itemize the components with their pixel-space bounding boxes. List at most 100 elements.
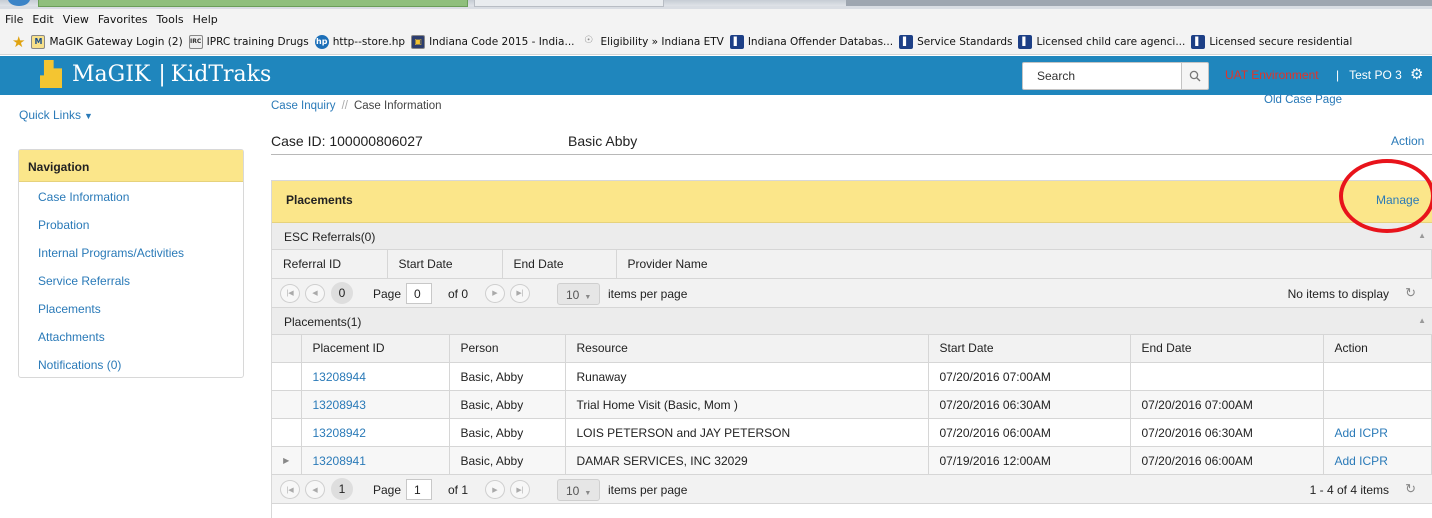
next-page-icon[interactable]: ▶ <box>485 480 505 499</box>
page-count: of 0 <box>448 286 469 301</box>
esc-referrals-group[interactable]: ESC Referrals(0) ▲ <box>272 223 1432 250</box>
favorite-link[interactable]: ▌ Licensed child care agenci... <box>1018 34 1185 49</box>
next-page-icon[interactable]: ▶ <box>485 283 505 303</box>
search-button[interactable] <box>1181 62 1209 90</box>
current-page-number[interactable]: 0 <box>331 281 353 304</box>
page-input[interactable]: 0 <box>406 282 432 304</box>
add-icpr-link[interactable]: Add ICPR <box>1323 418 1432 447</box>
sidebar-item-internal-programs[interactable]: Internal Programs/Activities <box>19 238 243 266</box>
column-header[interactable]: Action <box>1323 334 1432 363</box>
column-header[interactable]: Resource <box>565 334 929 363</box>
resource-cell: DAMAR SERVICES, INC 32029 <box>565 446 929 475</box>
sidebar-item-probation[interactable]: Probation <box>19 210 243 238</box>
breadcrumb-current: Case Information <box>353 100 442 112</box>
placements-table: Placement ID Person Resource Start Date … <box>272 334 1432 475</box>
favorite-link[interactable]: ☉ Eligibility » Indiana ETV <box>581 35 724 49</box>
menu-help[interactable]: Help <box>193 13 218 26</box>
menu-edit[interactable]: Edit <box>32 13 53 26</box>
bookmark-icon: ▌ <box>729 34 744 49</box>
breadcrumb-separator: // <box>341 100 348 112</box>
quick-links-dropdown[interactable]: Quick Links ▼ <box>19 108 93 122</box>
refresh-icon[interactable]: ↻ <box>1405 481 1416 497</box>
placement-id-link[interactable]: 13208944 <box>301 362 450 391</box>
browser-tab-active[interactable] <box>38 0 468 7</box>
column-header[interactable]: Provider Name <box>616 250 1432 279</box>
favorite-link[interactable]: ▌ Licensed secure residential <box>1191 34 1352 49</box>
sidebar-item-notifications[interactable]: Notifications (0) <box>19 350 243 378</box>
last-page-icon[interactable]: ▶| <box>510 283 530 303</box>
last-page-icon[interactable]: ▶| <box>510 480 530 499</box>
placement-id-link[interactable]: 13208942 <box>301 418 450 447</box>
chevron-down-icon: ▼ <box>84 111 93 121</box>
menu-favorites[interactable]: Favorites <box>98 13 148 26</box>
expand-row-icon[interactable]: ▶ <box>272 446 302 475</box>
table-row: 13208943 Basic, Abby Trial Home Visit (B… <box>272 390 1432 419</box>
search-input[interactable]: Search <box>1022 62 1182 90</box>
column-header[interactable]: End Date <box>502 250 617 279</box>
user-separator: | <box>1336 68 1340 82</box>
chevron-down-icon: ▼ <box>584 490 592 497</box>
person-cell: Basic, Abby <box>449 362 566 391</box>
placement-id-link[interactable]: 13208943 <box>301 390 450 419</box>
navigation-panel: Navigation Case Information Probation In… <box>18 149 244 378</box>
sidebar-item-placements[interactable]: Placements <box>19 294 243 322</box>
person-cell: Basic, Abby <box>449 418 566 447</box>
refresh-icon[interactable]: ↻ <box>1405 285 1416 301</box>
column-header[interactable]: Placement ID <box>301 334 450 363</box>
placement-id-link[interactable]: 13208941 <box>301 446 450 475</box>
previous-page-icon[interactable]: ◀ <box>305 283 325 303</box>
favorite-label: http--store.hp <box>332 35 406 48</box>
collapse-icon[interactable]: ▲ <box>1418 231 1426 240</box>
items-per-page-label: items per page <box>608 286 688 301</box>
first-page-icon[interactable]: |◀ <box>280 283 300 303</box>
collapse-icon[interactable]: ▲ <box>1418 316 1426 325</box>
start-date-cell: 07/20/2016 07:00AM <box>928 362 1131 391</box>
brand-separator: | <box>158 61 166 87</box>
favorite-link[interactable]: M MaGIK Gateway Login (2) <box>31 34 183 49</box>
user-menu[interactable]: | Test PO 3 <box>1336 68 1402 82</box>
app-brand[interactable]: MaGIK | KidTraks <box>40 60 271 88</box>
menu-tools[interactable]: Tools <box>157 13 184 26</box>
column-header[interactable]: End Date <box>1130 334 1324 363</box>
column-header[interactable]: Person <box>449 334 566 363</box>
page-size-select[interactable]: 10 ▼ <box>557 479 600 501</box>
red-highlight-circle <box>1339 159 1432 233</box>
resource-cell: Runaway <box>565 362 929 391</box>
previous-page-icon[interactable]: ◀ <box>305 480 325 499</box>
favorites-bar: ★ M MaGIK Gateway Login (2) IRC IPRC train… <box>0 29 1432 55</box>
favorite-link[interactable]: ▣ Indiana Code 2015 - India... <box>411 34 575 49</box>
menu-file[interactable]: File <box>5 13 23 26</box>
old-case-page-link[interactable]: Old Case Page <box>1264 94 1342 106</box>
action-cell <box>1323 362 1432 391</box>
favorite-label: Indiana Offender Databas... <box>747 35 894 48</box>
favorites-star-icon[interactable]: ★ <box>12 33 25 51</box>
current-page-number[interactable]: 1 <box>331 478 353 500</box>
browser-tab[interactable] <box>474 0 664 7</box>
column-header[interactable]: Start Date <box>928 334 1131 363</box>
page-input[interactable]: 1 <box>406 479 432 500</box>
placements-panel: Placements Manage ESC Referrals(0) ▲ Ref… <box>271 180 1432 518</box>
menu-view[interactable]: View <box>63 13 89 26</box>
favorite-link[interactable]: ▌ Service Standards <box>899 34 1012 49</box>
favorite-link[interactable]: ▌ Indiana Offender Databas... <box>729 34 894 49</box>
browser-tab[interactable] <box>846 0 1432 6</box>
gear-icon[interactable]: ⚙ <box>1410 67 1423 82</box>
favorite-link[interactable]: hp http--store.hp <box>314 34 406 49</box>
action-menu-button[interactable]: Action <box>1391 134 1424 148</box>
column-header[interactable]: Referral ID <box>272 250 388 279</box>
placements-group[interactable]: Placements(1) ▲ <box>272 307 1432 335</box>
breadcrumb-case-inquiry[interactable]: Case Inquiry <box>271 100 336 112</box>
sidebar-item-service-referrals[interactable]: Service Referrals <box>19 266 243 294</box>
sidebar-item-attachments[interactable]: Attachments <box>19 322 243 350</box>
first-page-icon[interactable]: |◀ <box>280 480 300 499</box>
resource-cell: Trial Home Visit (Basic, Mom ) <box>565 390 929 419</box>
column-header-expander <box>272 334 302 363</box>
items-per-page-label: items per page <box>608 483 688 497</box>
favorite-link[interactable]: IRC IPRC training Drugs <box>188 34 309 49</box>
sidebar-item-case-information[interactable]: Case Information <box>19 182 243 210</box>
pager-summary: No items to display <box>1287 286 1389 301</box>
end-date-cell: 07/20/2016 07:00AM <box>1130 390 1324 419</box>
page-size-select[interactable]: 10 ▼ <box>557 282 600 305</box>
add-icpr-link[interactable]: Add ICPR <box>1323 446 1432 475</box>
column-header[interactable]: Start Date <box>387 250 503 279</box>
